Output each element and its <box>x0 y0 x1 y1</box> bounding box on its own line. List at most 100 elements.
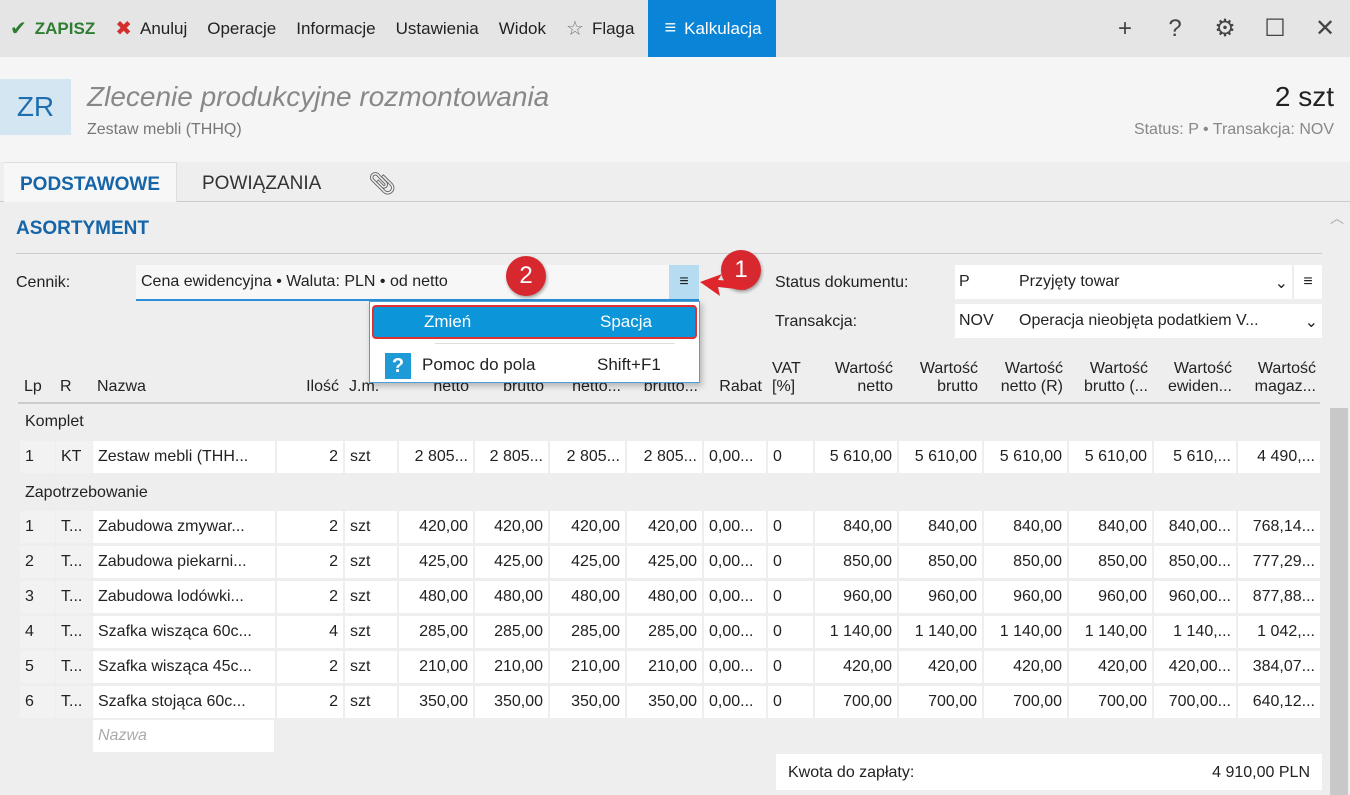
help-icon[interactable]: ? <box>1150 15 1200 43</box>
table-cell[interactable]: 1 140,00 <box>1069 616 1152 648</box>
table-cell[interactable]: 2 <box>277 686 343 718</box>
table-cell[interactable]: 0,00... <box>704 616 766 648</box>
table-cell[interactable]: szt <box>345 581 397 613</box>
table-cell[interactable]: 5 610,... <box>1154 441 1236 473</box>
table-cell[interactable]: 840,00 <box>815 511 897 543</box>
column-header[interactable]: Wartość <box>1238 360 1320 378</box>
table-cell[interactable]: 350,00 <box>475 686 548 718</box>
column-header[interactable]: Lp <box>20 378 55 396</box>
table-cell[interactable]: 3 <box>20 581 55 613</box>
paperclip-icon[interactable]: 📎︎ <box>352 162 412 202</box>
table-cell[interactable]: 1 <box>20 511 55 543</box>
table-cell[interactable]: 420,00 <box>984 651 1067 683</box>
column-header[interactable]: Wartość <box>1154 360 1236 378</box>
table-cell[interactable]: 0 <box>768 686 813 718</box>
status-select[interactable]: P Przyjęty towar ⌄ <box>955 265 1292 299</box>
view-menu[interactable]: Widok <box>489 0 556 57</box>
gear-icon[interactable]: ⚙ <box>1200 14 1250 43</box>
status-menu-button[interactable]: ≡ <box>1294 265 1322 299</box>
table-cell[interactable]: 285,00 <box>399 616 473 648</box>
table-cell[interactable]: szt <box>345 651 397 683</box>
table-cell[interactable]: 5 610,00 <box>815 441 897 473</box>
info-menu[interactable]: Informacje <box>286 0 385 57</box>
table-cell[interactable]: 0 <box>768 616 813 648</box>
table-cell[interactable]: 2 <box>277 581 343 613</box>
table-cell[interactable]: 420,00 <box>475 511 548 543</box>
table-cell[interactable]: Zabudowa lodówki... <box>93 581 275 613</box>
column-header[interactable]: Wartość <box>1069 360 1152 378</box>
column-header[interactable]: Rabat <box>704 378 766 396</box>
table-cell[interactable]: 6 <box>20 686 55 718</box>
table-cell[interactable]: 480,00 <box>550 581 625 613</box>
table-cell[interactable]: 0,00... <box>704 686 766 718</box>
table-cell[interactable]: 2 <box>277 546 343 578</box>
table-cell[interactable]: 840,00 <box>899 511 982 543</box>
menu-item-help[interactable]: ? Pomoc do pola Shift+F1 <box>370 348 700 382</box>
table-cell[interactable]: 285,00 <box>627 616 702 648</box>
table-cell[interactable]: T... <box>56 686 92 718</box>
table-cell[interactable]: 420,00 <box>627 511 702 543</box>
table-cell[interactable]: 768,14... <box>1238 511 1320 543</box>
table-cell[interactable]: 0 <box>768 441 813 473</box>
table-cell[interactable]: 960,00 <box>899 581 982 613</box>
table-cell[interactable]: 640,12... <box>1238 686 1320 718</box>
table-cell[interactable]: 850,00 <box>815 546 897 578</box>
table-cell[interactable]: 877,88... <box>1238 581 1320 613</box>
table-cell[interactable]: szt <box>345 616 397 648</box>
table-cell[interactable]: 0,00... <box>704 441 766 473</box>
table-cell[interactable]: 840,00 <box>1069 511 1152 543</box>
table-cell[interactable]: Szafka wisząca 60c... <box>93 616 275 648</box>
table-cell[interactable]: 0,00... <box>704 546 766 578</box>
table-cell[interactable]: 1 042,... <box>1238 616 1320 648</box>
column-header[interactable]: VAT <box>768 360 813 378</box>
table-cell[interactable]: 480,00 <box>399 581 473 613</box>
table-cell[interactable]: 700,00 <box>984 686 1067 718</box>
table-cell[interactable]: 960,00 <box>815 581 897 613</box>
table-cell[interactable]: T... <box>56 616 92 648</box>
table-cell[interactable]: 1 <box>20 441 55 473</box>
table-cell[interactable]: 210,00 <box>550 651 625 683</box>
table-cell[interactable]: 210,00 <box>475 651 548 683</box>
table-cell[interactable]: 420,00 <box>550 511 625 543</box>
table-cell[interactable]: 285,00 <box>550 616 625 648</box>
table-cell[interactable]: 2 <box>277 441 343 473</box>
table-cell[interactable]: 420,00 <box>399 511 473 543</box>
table-cell[interactable]: szt <box>345 686 397 718</box>
new-item-input[interactable]: Nazwa <box>93 720 274 752</box>
column-header[interactable]: Nazwa <box>93 378 275 396</box>
table-cell[interactable]: 210,00 <box>399 651 473 683</box>
column-header[interactable]: magaz... <box>1238 378 1320 396</box>
tab-podstawowe[interactable]: PODSTAWOWE <box>4 162 178 202</box>
column-header[interactable]: netto (R) <box>984 378 1067 396</box>
table-cell[interactable]: 700,00 <box>899 686 982 718</box>
table-cell[interactable]: 425,00 <box>475 546 548 578</box>
table-cell[interactable]: 2 <box>277 651 343 683</box>
table-cell[interactable]: 425,00 <box>399 546 473 578</box>
table-cell[interactable]: 480,00 <box>475 581 548 613</box>
table-cell[interactable]: szt <box>345 441 397 473</box>
operations-menu[interactable]: Operacje <box>197 0 286 57</box>
table-cell[interactable]: KT <box>56 441 92 473</box>
table-cell[interactable]: 480,00 <box>627 581 702 613</box>
close-icon[interactable]: ✕ <box>1300 14 1350 43</box>
scrollbar[interactable] <box>1330 408 1348 795</box>
column-header[interactable]: Wartość <box>899 360 982 378</box>
table-cell[interactable]: 850,00 <box>984 546 1067 578</box>
settings-menu[interactable]: Ustawienia <box>386 0 489 57</box>
table-cell[interactable]: 5 610,00 <box>984 441 1067 473</box>
table-cell[interactable]: 850,00 <box>899 546 982 578</box>
table-cell[interactable]: 2 <box>277 511 343 543</box>
column-header[interactable]: ewiden... <box>1154 378 1236 396</box>
menu-item-change[interactable]: Zmień Spacja <box>372 305 697 339</box>
save-button[interactable]: ✔ ZAPISZ <box>0 0 105 57</box>
tab-powiazania[interactable]: POWIĄZANIA <box>186 162 337 202</box>
table-cell[interactable]: 2 <box>20 546 55 578</box>
table-cell[interactable]: 384,07... <box>1238 651 1320 683</box>
table-cell[interactable]: 285,00 <box>475 616 548 648</box>
table-cell[interactable]: 700,00... <box>1154 686 1236 718</box>
table-cell[interactable]: T... <box>56 546 92 578</box>
table-cell[interactable]: 420,00 <box>1069 651 1152 683</box>
table-cell[interactable]: 210,00 <box>627 651 702 683</box>
table-cell[interactable]: 4 <box>20 616 55 648</box>
table-cell[interactable]: szt <box>345 511 397 543</box>
